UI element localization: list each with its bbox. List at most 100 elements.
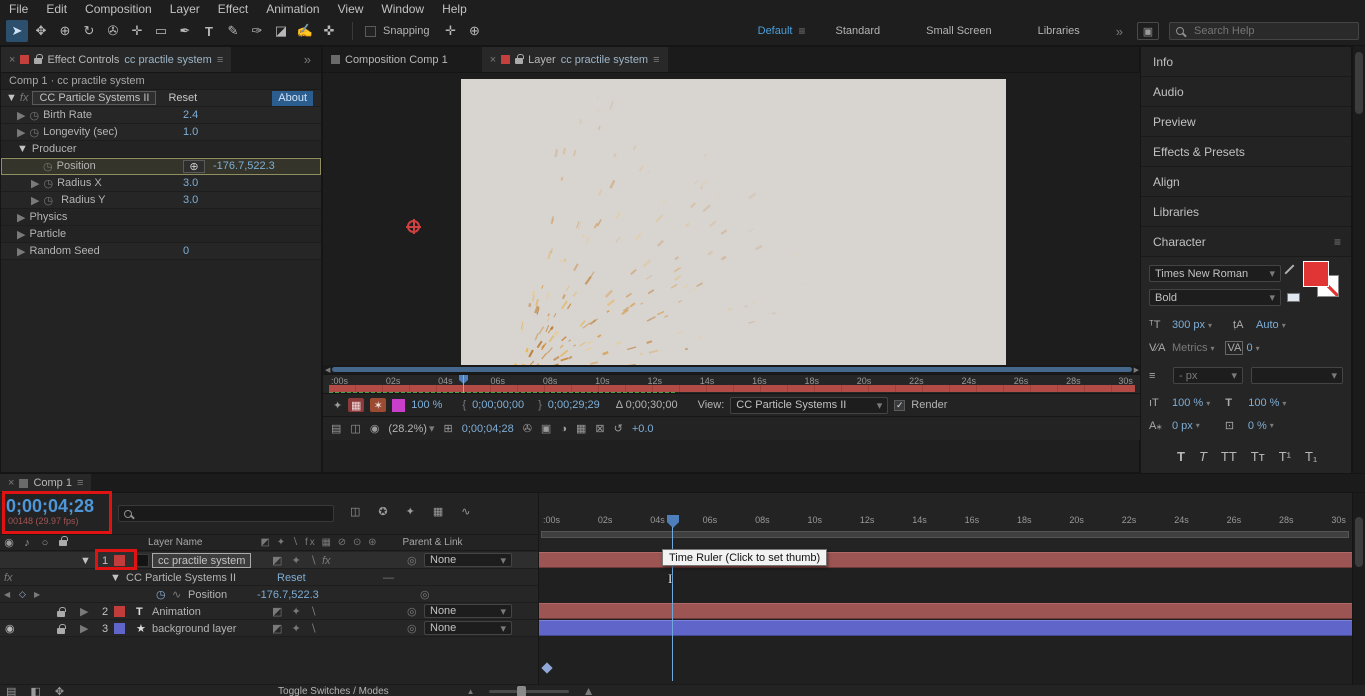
close-icon[interactable]: × [8, 477, 14, 489]
panel-header-info[interactable]: Info [1141, 47, 1351, 77]
pick-whip-icon[interactable]: ◎ [407, 620, 417, 637]
layer-switches-icons[interactable]: ◩ ✦ ∖ [272, 552, 320, 569]
shape-tool-icon[interactable]: ▭ [150, 20, 172, 42]
layer-switches-icons[interactable]: ◩ ✦ ∖ [272, 620, 320, 637]
flowchart-icon[interactable]: ▤ [331, 422, 341, 435]
show-snapshot-icon[interactable]: ▣ [541, 422, 551, 435]
panel-header-character[interactable]: Character ≡ [1141, 227, 1351, 257]
keyframe-nav-right-icon[interactable]: ▶ [34, 586, 40, 603]
viewer-playhead-line[interactable] [463, 375, 464, 394]
property-row-random-seed[interactable]: ▶ Random Seed 0 [1, 243, 321, 260]
resolution-icon[interactable]: ▦ [576, 422, 586, 435]
selection-tool-icon[interactable]: ➤ [6, 20, 28, 42]
all-caps-icon[interactable]: TT [1221, 449, 1237, 464]
menu-help[interactable]: Help [433, 2, 476, 16]
timeline-search-input[interactable] [137, 508, 328, 520]
snapping-checkbox[interactable] [365, 26, 376, 37]
twirl-icon[interactable]: ▼ [110, 569, 121, 586]
panel-menu-icon[interactable]: ≡ [77, 477, 83, 489]
position-sub-row[interactable]: ◀ ◇ ▶ ◷ ∿ Position -176.7,522.3 ◎ [0, 586, 538, 603]
draft-3d-icon[interactable]: ✪ [378, 505, 387, 518]
chevron-down-icon[interactable]: ▾ [1208, 321, 1212, 330]
zoom-dropdown[interactable]: (28.2%) ▾ [388, 422, 434, 435]
work-area-bar[interactable] [541, 531, 1349, 538]
twirl-closed-icon[interactable]: ▶ [17, 228, 25, 241]
keyframe-diamond[interactable] [541, 662, 552, 673]
property-value[interactable]: -176.7,522.3 [257, 586, 319, 603]
panel-overflow-icon[interactable]: » [294, 52, 321, 67]
frame-blend-icon[interactable]: ▦ [433, 505, 443, 518]
expand-modes-icon[interactable]: ◧ [30, 685, 40, 696]
workspace-overflow-icon[interactable]: » [1104, 24, 1135, 39]
subscript-icon[interactable]: T₁ [1305, 449, 1317, 464]
search-help-input[interactable] [1169, 22, 1359, 40]
rotate-tool-icon[interactable]: ↻ [78, 20, 100, 42]
comp-mini-flowchart-icon[interactable]: ◫ [350, 505, 360, 518]
layer-name[interactable]: cc practile system [152, 553, 251, 568]
property-label[interactable]: Position [188, 586, 227, 603]
panel-header-align[interactable]: Align [1141, 167, 1351, 197]
lock-icon[interactable] [515, 58, 523, 64]
group-row-particle[interactable]: ▶ Particle [1, 226, 321, 243]
property-value[interactable]: 1.0 [183, 126, 198, 138]
close-icon[interactable]: × [490, 54, 496, 66]
property-value[interactable]: 3.0 [183, 177, 198, 189]
manage-workspaces-icon[interactable]: ▣ [1137, 22, 1159, 40]
parent-dropdown[interactable]: None ▾ [424, 621, 512, 635]
roto-brush-tool-icon[interactable]: ✍ [294, 20, 316, 42]
font-family-dropdown[interactable]: Times New Roman ▾ [1149, 265, 1281, 282]
menu-file[interactable]: File [0, 2, 37, 16]
twirl-closed-icon[interactable]: ▶ [17, 126, 25, 139]
viewer-time-ruler[interactable]: :00s02s04s06s08s10s12s14s16s18s20s22s24s… [323, 374, 1141, 393]
timeline-zoom-slider[interactable] [489, 690, 569, 693]
scroll-left-icon[interactable]: ◀ [323, 366, 332, 374]
time-ruler[interactable]: :00s02s04s06s08s10s12s14s16s18s20s22s24s… [539, 493, 1352, 525]
property-value[interactable]: -176.7,522.3 [213, 160, 275, 172]
lock-icon[interactable] [57, 628, 65, 634]
stroke-width-dropdown[interactable]: - px ▾ [1173, 367, 1243, 384]
effect-point-button[interactable]: ⊕ [183, 160, 205, 173]
expand-layers-icon[interactable]: ▤ [6, 685, 16, 696]
close-icon[interactable]: × [9, 54, 15, 66]
render-checkbox[interactable]: ✓ [894, 400, 905, 411]
layer-color-swatch[interactable] [114, 606, 125, 617]
expand-inout-icon[interactable]: ✥ [55, 685, 64, 696]
audio-column-icon[interactable]: ♪ [18, 537, 36, 549]
property-row-longevity[interactable]: ▶ ◷ Longevity (sec) 1.0 [1, 124, 321, 141]
stopwatch-icon[interactable]: ◷ [156, 586, 166, 603]
layer-switches-icons[interactable]: ◩ ✦ ∖ [272, 603, 320, 620]
baseline-shift-value[interactable]: 0 px [1172, 420, 1193, 432]
menu-animation[interactable]: Animation [257, 2, 328, 16]
panel-menu-icon[interactable]: ≡ [1334, 235, 1351, 249]
twirl-closed-icon[interactable]: ▶ [31, 194, 39, 207]
mask-opacity-value[interactable]: 100 % [411, 399, 442, 411]
snap-target-icon[interactable]: ⊕ [464, 20, 486, 42]
pick-whip-icon[interactable]: ◎ [407, 603, 417, 620]
type-tool-icon[interactable]: T [198, 20, 220, 42]
font-style-dropdown[interactable]: Bold ▾ [1149, 289, 1281, 306]
pen-tool-icon[interactable]: ✒ [174, 20, 196, 42]
layer-row-3[interactable]: ◉ ▶ 3 ★ background layer ◩ ✦ ∖ ◎ None ▾ [0, 620, 538, 637]
property-value[interactable]: 0 [183, 245, 189, 257]
layer-color-swatch[interactable] [114, 623, 125, 634]
timeline-search-box[interactable] [118, 505, 334, 522]
current-time-display[interactable]: 0;00;04;28 [6, 496, 94, 517]
workspace-libraries[interactable]: Libraries [1016, 25, 1102, 37]
twirl-closed-icon[interactable]: ▶ [17, 211, 25, 224]
pick-whip-icon[interactable]: ◎ [420, 586, 430, 603]
reset-button[interactable]: Reset [168, 92, 197, 104]
chevron-down-icon[interactable]: ▾ [1282, 321, 1286, 330]
group-row-physics[interactable]: ▶ Physics [1, 209, 321, 226]
menu-effect[interactable]: Effect [209, 2, 257, 16]
small-caps-icon[interactable]: Tᴛ [1251, 449, 1265, 464]
keyframe-nav-left-icon[interactable]: ◀ [4, 586, 10, 603]
effect-name[interactable]: CC Particle Systems II [126, 569, 236, 586]
tab-effect-controls[interactable]: × Effect Controls cc practile system ≡ [1, 47, 231, 72]
grid-guides-icon[interactable]: ⊞ [443, 422, 452, 435]
tab-composition[interactable]: Composition Comp 1 [323, 47, 456, 72]
keyframe-nav-diamond-icon[interactable]: ◇ [19, 586, 26, 603]
layer-row-2[interactable]: ▶ 2 T Animation ◩ ✦ ∖ ◎ None ▾ [0, 603, 538, 620]
frame-blend-icon[interactable]: ▦ [348, 398, 364, 412]
zoom-in-mountain-icon[interactable]: ▲ [583, 684, 595, 696]
viewer-hscrollbar[interactable]: ◀ ▶ [323, 365, 1141, 374]
